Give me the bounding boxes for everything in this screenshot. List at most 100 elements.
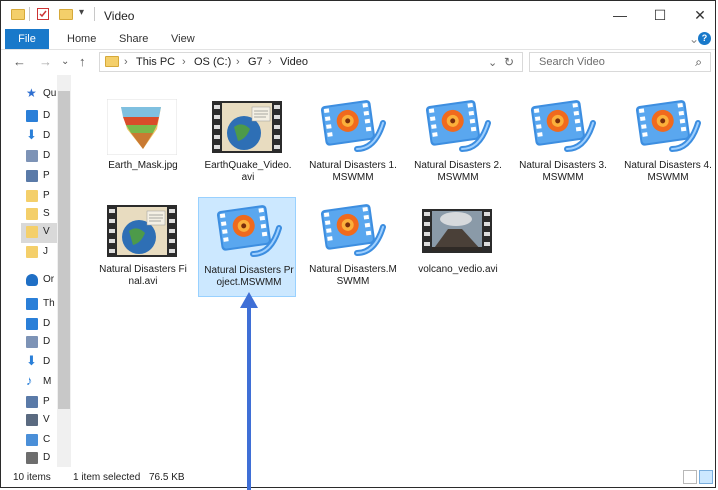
address-dropdown-button[interactable]: ⌄: [488, 56, 497, 69]
large-icons-view-button[interactable]: [699, 470, 713, 484]
file-item[interactable]: Natural Disasters Final.avi: [93, 197, 191, 297]
star-icon: ★: [26, 86, 37, 100]
movie-maker-project-icon: [317, 99, 387, 155]
customize-quick-access-icon[interactable]: ▾: [79, 7, 84, 21]
forward-button[interactable]: →: [39, 54, 52, 69]
video-thumbnail-icon: [212, 99, 282, 155]
title-bar: ▾ Video — ☐ ✕: [1, 1, 715, 29]
back-button[interactable]: ←: [13, 54, 26, 69]
annotation-arrow: [247, 306, 251, 490]
properties-icon[interactable]: [37, 8, 49, 20]
breadcrumb-g7[interactable]: G7: [248, 56, 263, 68]
divider: [94, 7, 95, 21]
image-thumbnail-icon: [106, 98, 178, 156]
nav-item-label: S: [43, 208, 50, 219]
tab-home[interactable]: Home: [67, 29, 96, 49]
desktop-icon: [26, 318, 38, 330]
breadcrumb-video[interactable]: Video: [280, 56, 308, 68]
nav-item-label: P: [43, 190, 50, 201]
nav-item-label: D: [43, 150, 51, 161]
minimize-button[interactable]: —: [605, 5, 635, 25]
movie-maker-project-icon: [317, 203, 387, 259]
file-item[interactable]: Natural Disasters 1.MSWMM: [303, 93, 401, 193]
file-item[interactable]: volcano_vedio.avi: [408, 197, 506, 297]
file-name: EarthQuake_Video.avi: [204, 160, 292, 183]
file-name: Natural Disasters 4.MSWMM: [624, 160, 712, 183]
address-bar[interactable]: › This PC › OS (C:) › G7 › Video ⌄ ↻: [99, 52, 523, 72]
file-item[interactable]: EarthQuake_Video.avi: [198, 93, 296, 193]
file-item[interactable]: Natural Disasters 4.MSWMM: [618, 93, 715, 193]
folder-icon: [11, 9, 25, 20]
movie-maker-project-icon: [213, 204, 283, 260]
file-name: Natural Disasters 1.MSWMM: [309, 160, 397, 183]
file-list: Earth_Mask.jpg EarthQuake_Video.avi Natura…: [71, 75, 712, 467]
file-item[interactable]: Natural Disasters.MSWMM: [303, 197, 401, 297]
selection-size: 76.5 KB: [149, 472, 185, 483]
nav-item-label: V: [43, 226, 50, 237]
divider: [29, 7, 30, 21]
pc-icon: [26, 298, 38, 310]
nav-item-label: D: [43, 110, 51, 121]
file-name: volcano_vedio.avi: [418, 264, 498, 275]
close-button[interactable]: ✕: [685, 5, 715, 25]
navigation-bar: ← → ⌄ ↑ › This PC › OS (C:) › G7 › Video…: [1, 49, 715, 75]
search-icon[interactable]: ⌕: [695, 55, 702, 70]
file-name: Natural Disasters Final.avi: [99, 264, 187, 287]
tab-view[interactable]: View: [171, 29, 195, 49]
folder-icon: [26, 246, 38, 258]
refresh-button[interactable]: ↻: [504, 55, 514, 69]
nav-item-label: D: [43, 336, 51, 347]
chevron-right-icon: ›: [124, 56, 128, 68]
new-folder-icon[interactable]: [59, 9, 73, 20]
search-input[interactable]: Search Video ⌕: [529, 52, 711, 72]
picture-icon: [26, 170, 38, 182]
tab-share[interactable]: Share: [119, 29, 148, 49]
up-button[interactable]: ↑: [79, 54, 86, 69]
details-view-button[interactable]: [683, 470, 697, 484]
nav-item-label: V: [43, 414, 50, 425]
help-icon[interactable]: ?: [698, 32, 711, 45]
movie-maker-project-icon: [527, 99, 597, 155]
document-icon: [26, 150, 38, 162]
file-item[interactable]: Natural Disasters Project.MSWMM: [198, 197, 296, 297]
download-icon: ⬇: [26, 353, 37, 368]
item-count: 10 items: [13, 472, 51, 483]
nav-item-label: D: [43, 356, 51, 367]
file-name: Natural Disasters Project.MSWMM: [204, 265, 294, 288]
nav-scrollbar-thumb[interactable]: [58, 91, 70, 409]
movie-maker-project-icon: [422, 99, 492, 155]
cloud-icon: [26, 274, 38, 286]
file-name: Natural Disasters 3.MSWMM: [519, 160, 607, 183]
nav-item-label: D: [43, 318, 51, 329]
drive-icon: [26, 452, 38, 464]
document-icon: [26, 336, 38, 348]
nav-item-label: Th: [43, 298, 55, 309]
search-placeholder: Search Video: [539, 56, 605, 68]
nav-item-label: D: [43, 130, 51, 141]
chevron-right-icon: ›: [182, 56, 186, 68]
nav-item-label: J: [43, 246, 48, 257]
recent-locations-button[interactable]: ⌄: [61, 56, 69, 67]
breadcrumb-os-c[interactable]: OS (C:): [194, 56, 231, 68]
movie-maker-project-icon: [632, 99, 702, 155]
video-thumbnail-icon: [107, 203, 177, 259]
video-thumbnail-icon: [422, 203, 492, 259]
file-item[interactable]: Natural Disasters 3.MSWMM: [513, 93, 611, 193]
drive-icon: [26, 434, 38, 446]
chevron-right-icon: ›: [268, 56, 272, 68]
file-item[interactable]: Earth_Mask.jpg: [93, 93, 191, 193]
breadcrumb-this-pc[interactable]: This PC: [136, 56, 175, 68]
picture-icon: [26, 396, 38, 408]
file-explorer-window: ▾ Video — ☐ ✕ File Home Share View ⌄ ? ←…: [0, 0, 716, 488]
tab-file[interactable]: File: [5, 29, 49, 49]
video-icon: [26, 414, 38, 426]
nav-item-label: P: [43, 396, 50, 407]
maximize-button[interactable]: ☐: [645, 5, 675, 25]
status-bar: 10 items 1 item selected 76.5 KB: [1, 467, 715, 487]
music-icon: ♪: [26, 373, 33, 388]
nav-item-label: M: [43, 376, 52, 387]
download-icon: ⬇: [26, 127, 37, 142]
file-item[interactable]: Natural Disasters 2.MSWMM: [408, 93, 506, 193]
annotation-arrow-head: [240, 292, 258, 308]
desktop-icon: [26, 110, 38, 122]
